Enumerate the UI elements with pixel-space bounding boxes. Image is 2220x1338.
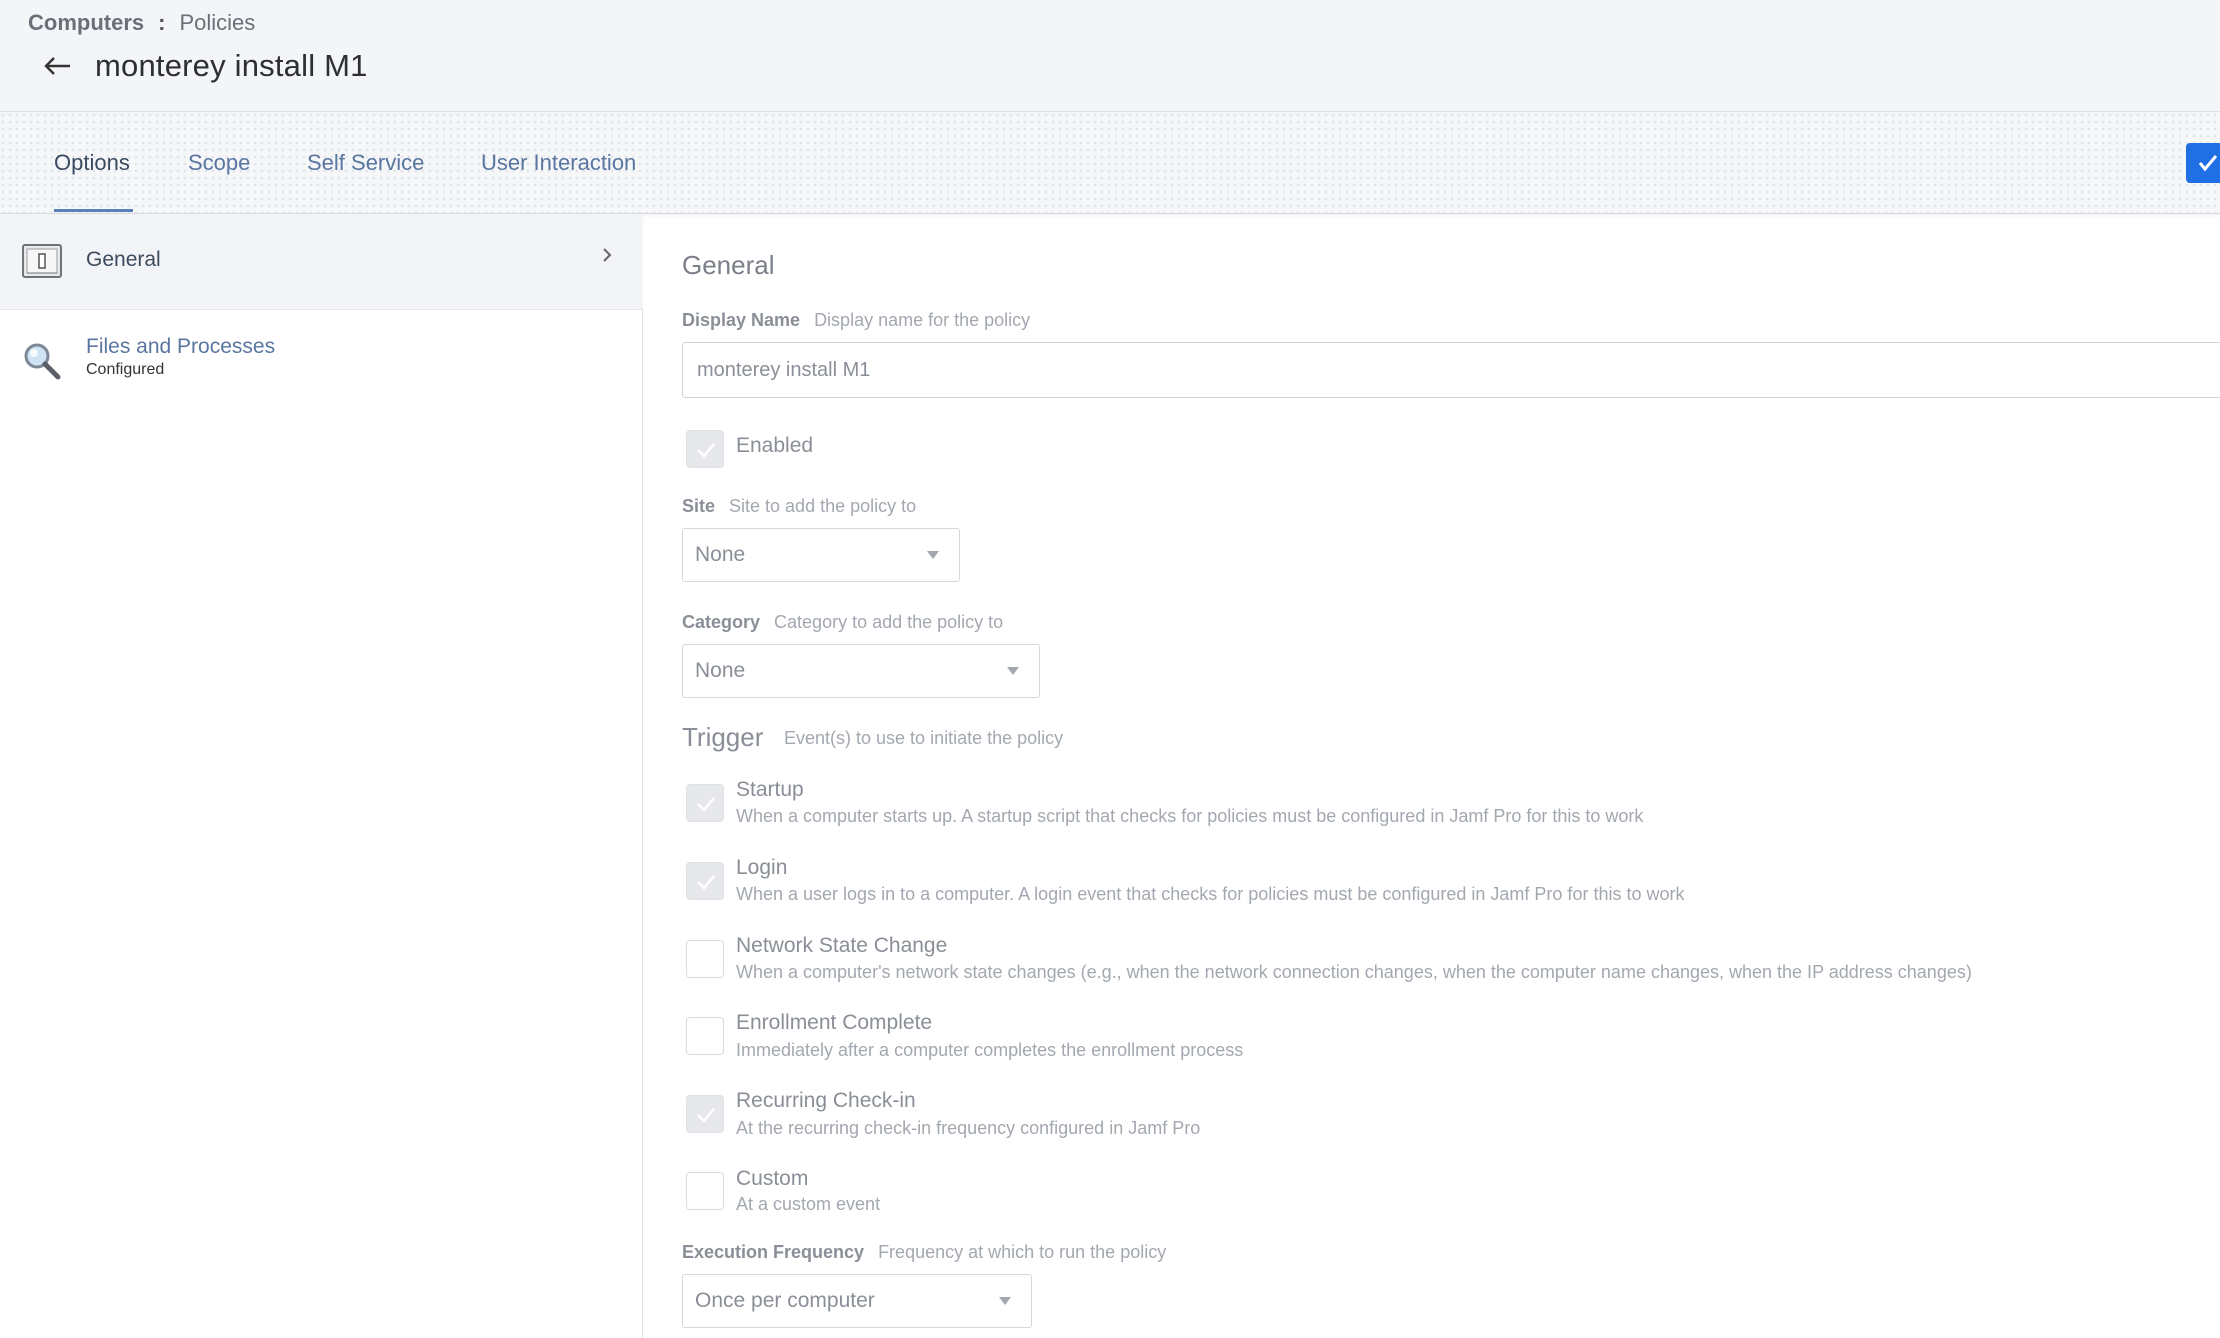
trigger-title: Trigger [682, 722, 764, 752]
trigger-custom-checkbox[interactable] [686, 1172, 724, 1210]
payload-sidebar: General Files and Processes Configured [0, 214, 643, 1338]
dropdown-caret-icon [927, 551, 939, 559]
sidebar-item-files-and-processes[interactable]: Files and Processes Configured [0, 311, 643, 401]
display-name-hint: Display name for the policy [814, 310, 1031, 330]
site-label-text: Site [682, 496, 716, 516]
trigger-enrollment-complete-label: Enrollment Complete [736, 1011, 933, 1034]
sidebar-item-label: General [86, 248, 161, 271]
execution-frequency-hint: Frequency at which to run the policy [878, 1242, 1167, 1262]
tab-self-service[interactable]: Self Service [307, 150, 424, 176]
category-hint: Category to add the policy to [774, 612, 1004, 632]
trigger-startup-checkbox[interactable] [686, 784, 724, 822]
trigger-custom-label: Custom [736, 1167, 809, 1190]
execution-frequency-label-text: Execution Frequency [682, 1242, 865, 1262]
trigger-startup-label: Startup [736, 778, 804, 801]
tab-options[interactable]: Options [54, 150, 130, 176]
trigger-enrollment-complete-desc: Immediately after a computer completes t… [736, 1040, 1244, 1060]
magnifier-icon [22, 341, 62, 386]
category-select[interactable]: None [682, 644, 1040, 698]
category-label-text: Category [682, 612, 761, 632]
tab-user-interaction[interactable]: User Interaction [481, 150, 636, 176]
site-select[interactable]: None [682, 528, 960, 582]
general-form: General Display Name Display name for the… [644, 214, 2220, 1338]
breadcrumb-separator: : [158, 10, 166, 35]
display-name-label: Display Name Display name for the policy [682, 310, 1030, 331]
sidebar-item-general[interactable]: General [0, 214, 643, 310]
page-header: Computers : Policies monterey install M1 [0, 0, 2220, 112]
site-hint: Site to add the policy to [729, 496, 917, 516]
trigger-login-desc: When a user logs in to a computer. A log… [736, 884, 1685, 904]
general-payload-icon [22, 244, 62, 283]
chevron-right-icon [600, 248, 614, 262]
display-name-input[interactable]: monterey install M1 [682, 342, 2220, 398]
trigger-network-state-change-label: Network State Change [736, 934, 948, 957]
execution-frequency-select[interactable]: Once per computer [682, 1274, 1032, 1328]
section-title: General [682, 250, 775, 280]
save-button[interactable] [2186, 143, 2220, 183]
execution-frequency-label: Execution Frequency Frequency at which to… [682, 1242, 1166, 1263]
category-label: Category Category to add the policy to [682, 612, 1003, 633]
dropdown-caret-icon [999, 1297, 1011, 1305]
trigger-recurring-checkin-desc: At the recurring check-in frequency conf… [736, 1118, 1201, 1138]
trigger-recurring-checkin-checkbox[interactable] [686, 1095, 724, 1133]
sidebar-item-status: Configured [86, 361, 165, 378]
page-title: monterey install M1 [95, 48, 368, 83]
site-label: Site Site to add the policy to [682, 496, 916, 517]
enabled-label: Enabled [736, 434, 814, 457]
breadcrumb-computers[interactable]: Computers [28, 10, 144, 36]
category-select-value: None [695, 659, 746, 682]
trigger-login-checkbox[interactable] [686, 862, 724, 900]
back-arrow-icon[interactable] [42, 50, 74, 82]
trigger-custom-desc: At a custom event [736, 1194, 881, 1214]
breadcrumb: Computers : Policies [28, 10, 255, 36]
checkmark-icon [2198, 155, 2218, 172]
execution-frequency-select-value: Once per computer [695, 1289, 875, 1312]
trigger-enrollment-complete-checkbox[interactable] [686, 1017, 724, 1055]
breadcrumb-policies[interactable]: Policies [179, 10, 255, 36]
trigger-hint: Event(s) to use to initiate the policy [784, 728, 1064, 748]
sidebar-item-label: Files and Processes [86, 335, 276, 358]
trigger-startup-desc: When a computer starts up. A startup scr… [736, 806, 1644, 826]
trigger-recurring-checkin-label: Recurring Check-in [736, 1089, 916, 1112]
enabled-checkbox[interactable] [686, 430, 724, 468]
trigger-network-state-change-checkbox[interactable] [686, 940, 724, 978]
tab-bar: Options Scope Self Service User Interact… [0, 112, 2220, 214]
tab-scope[interactable]: Scope [188, 150, 250, 176]
trigger-network-state-change-desc: When a computer's network state changes … [736, 962, 1972, 982]
trigger-login-label: Login [736, 856, 788, 879]
display-name-label-text: Display Name [682, 310, 801, 330]
site-select-value: None [695, 543, 746, 566]
dropdown-caret-icon [1007, 667, 1019, 675]
active-tab-indicator [54, 209, 133, 212]
